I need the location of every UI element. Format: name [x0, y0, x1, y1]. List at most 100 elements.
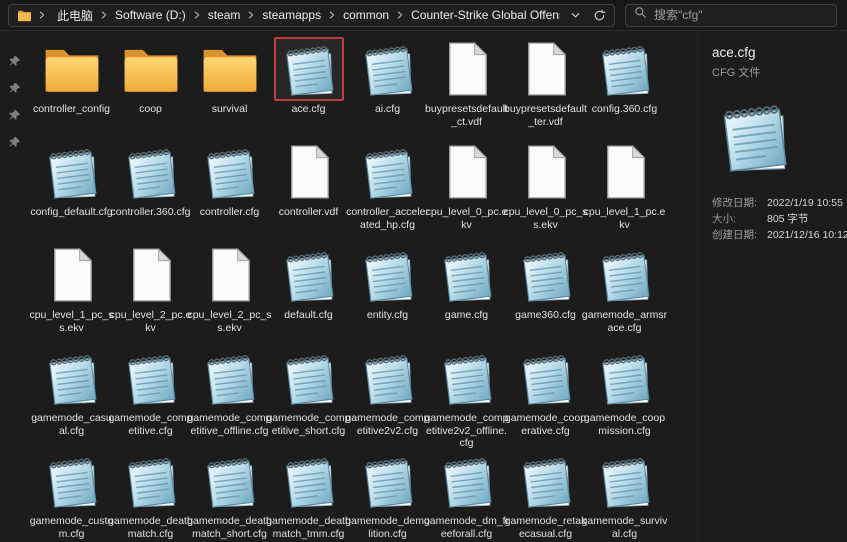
- pin-icon[interactable]: [8, 82, 21, 95]
- pin-icon[interactable]: [8, 136, 21, 149]
- file-item[interactable]: controller_config: [32, 37, 111, 140]
- file-item[interactable]: controller_accelerated_hp.cfg: [346, 140, 429, 243]
- file-name: gamemode_dm_freeforall.cfg: [423, 515, 510, 540]
- file-icon-box: [590, 140, 660, 204]
- file-item[interactable]: ace.cfg: [269, 37, 348, 140]
- file-item[interactable]: config.360.cfg: [585, 37, 664, 140]
- file-item[interactable]: gamemode_cooperative.cfg: [505, 346, 586, 449]
- property-row: 创建日期: 2021/12/16 10:12: [712, 228, 847, 243]
- file-item[interactable]: survival: [190, 37, 269, 140]
- file-item[interactable]: controller.360.cfg: [111, 140, 190, 243]
- notepad-icon: [121, 142, 181, 202]
- breadcrumb-item[interactable]: Counter-Strike Global Offensive: [406, 7, 560, 23]
- chevron-right-icon[interactable]: [245, 10, 257, 20]
- file-item[interactable]: gamemode_custom.cfg: [30, 449, 113, 542]
- file-item[interactable]: gamemode_survival.cfg: [582, 449, 667, 542]
- file-item[interactable]: cpu_level_1_pc_ss.ekv: [29, 243, 114, 346]
- file-icon-box: [37, 140, 107, 204]
- file-item[interactable]: gamemode_deathmatch_tmm.cfg: [266, 449, 351, 542]
- file-item[interactable]: config_default.cfg: [30, 140, 113, 243]
- file-item[interactable]: gamemode_demolition.cfg: [345, 449, 430, 542]
- file-item[interactable]: gamemode_competitive2v2_offline.cfg: [424, 346, 509, 449]
- breadcrumb-item[interactable]: common: [338, 7, 394, 23]
- pin-icon[interactable]: [8, 55, 21, 68]
- file-item[interactable]: entity.cfg: [348, 243, 427, 346]
- breadcrumb-item[interactable]: Software (D:): [110, 7, 191, 23]
- file-item[interactable]: game.cfg: [427, 243, 506, 346]
- chevron-right-icon[interactable]: [191, 10, 203, 20]
- chevron-down-icon[interactable]: [570, 10, 581, 21]
- search-box[interactable]: [625, 3, 837, 27]
- notepad-icon: [437, 348, 497, 408]
- file-name: gamemode_demolition.cfg: [345, 515, 430, 540]
- notepad-icon: [595, 451, 655, 511]
- file-name: gamemode_competitive2v2_offline.cfg: [424, 412, 509, 449]
- file-icon-box: [37, 37, 107, 101]
- address-bar[interactable]: 此电脑 Software (D:) steam steamapps common…: [8, 3, 615, 27]
- file-item[interactable]: cpu_level_1_pc.ekv: [584, 140, 665, 243]
- search-input[interactable]: [654, 8, 828, 22]
- file-item[interactable]: gamemode_competitive2v2.cfg: [345, 346, 430, 449]
- pin-icon[interactable]: [8, 109, 21, 122]
- file-icon-box: [432, 346, 502, 410]
- file-icon-box: [353, 449, 423, 513]
- file-item[interactable]: controller.vdf: [269, 140, 348, 243]
- doc-icon: [444, 41, 490, 97]
- file-item[interactable]: buypresetsdefault_ter.vdf: [504, 37, 587, 140]
- file-grid[interactable]: controller_config coop survival ace.cfg: [28, 31, 697, 542]
- file-item[interactable]: gamemode_competitive_short.cfg: [266, 346, 351, 449]
- file-item[interactable]: gamemode_coopmission.cfg: [584, 346, 665, 449]
- doc-icon: [49, 247, 95, 303]
- file-item[interactable]: gamemode_casual.cfg: [31, 346, 112, 449]
- folder-icon: [200, 42, 260, 96]
- file-name: controller_accelerated_hp.cfg: [346, 206, 429, 231]
- file-icon-box: [116, 346, 186, 410]
- refresh-icon[interactable]: [593, 9, 606, 22]
- file-icon-box: [274, 140, 344, 204]
- chevron-right-icon[interactable]: [394, 10, 406, 20]
- file-name: survival: [211, 103, 248, 115]
- notepad-icon: [516, 348, 576, 408]
- notepad-icon: [279, 348, 339, 408]
- chevron-right-icon[interactable]: [98, 10, 110, 20]
- breadcrumb-item[interactable]: 此电脑: [52, 6, 98, 25]
- file-item[interactable]: gamemode_dm_freeforall.cfg: [424, 449, 509, 542]
- file-item[interactable]: buypresetsdefault_ct.vdf: [425, 37, 508, 140]
- search-icon: [634, 6, 647, 24]
- file-item[interactable]: game360.cfg: [506, 243, 585, 346]
- file-item[interactable]: cpu_level_0_pc_ss.ekv: [503, 140, 588, 243]
- file-name: controller.cfg: [199, 206, 260, 218]
- notepad-icon: [42, 348, 102, 408]
- notepad-icon: [714, 96, 794, 176]
- notepad-icon: [358, 451, 418, 511]
- file-item[interactable]: cpu_level_0_pc.ekv: [426, 140, 507, 243]
- file-icon-box: [432, 449, 502, 513]
- file-icon-box: [511, 243, 581, 307]
- file-item[interactable]: gamemode_retakecasual.cfg: [505, 449, 586, 542]
- file-item[interactable]: gamemode_armsrace.cfg: [582, 243, 667, 346]
- file-item[interactable]: gamemode_deathmatch_short.cfg: [187, 449, 272, 542]
- file-item[interactable]: cpu_level_2_pc.ekv: [110, 243, 191, 346]
- file-item[interactable]: coop: [111, 37, 190, 140]
- breadcrumb-item[interactable]: steam: [203, 7, 246, 23]
- file-icon-box: [511, 140, 581, 204]
- notepad-icon: [595, 348, 655, 408]
- file-icon-box: [590, 37, 660, 101]
- file-item[interactable]: default.cfg: [269, 243, 348, 346]
- details-properties: 修改日期: 2022/1/19 10:55 大小: 805 字节 创建日期: 2…: [712, 196, 847, 243]
- file-name: cpu_level_0_pc_ss.ekv: [503, 206, 588, 231]
- file-item[interactable]: controller.cfg: [190, 140, 269, 243]
- file-name: gamemode_competitive2v2.cfg: [345, 412, 430, 437]
- file-icon-box: [353, 140, 423, 204]
- folder-icon: [17, 9, 32, 22]
- property-label: 大小:: [712, 213, 736, 225]
- file-item[interactable]: gamemode_competitive_offline.cfg: [187, 346, 272, 449]
- file-item[interactable]: gamemode_competitive.cfg: [108, 346, 193, 449]
- notepad-icon: [358, 39, 418, 99]
- file-icon-box: [353, 37, 423, 101]
- file-item[interactable]: ai.cfg: [348, 37, 427, 140]
- file-item[interactable]: cpu_level_2_pc_ss.ekv: [187, 243, 272, 346]
- chevron-right-icon[interactable]: [326, 10, 338, 20]
- breadcrumb-item[interactable]: steamapps: [257, 7, 326, 23]
- file-item[interactable]: gamemode_deathmatch.cfg: [108, 449, 193, 542]
